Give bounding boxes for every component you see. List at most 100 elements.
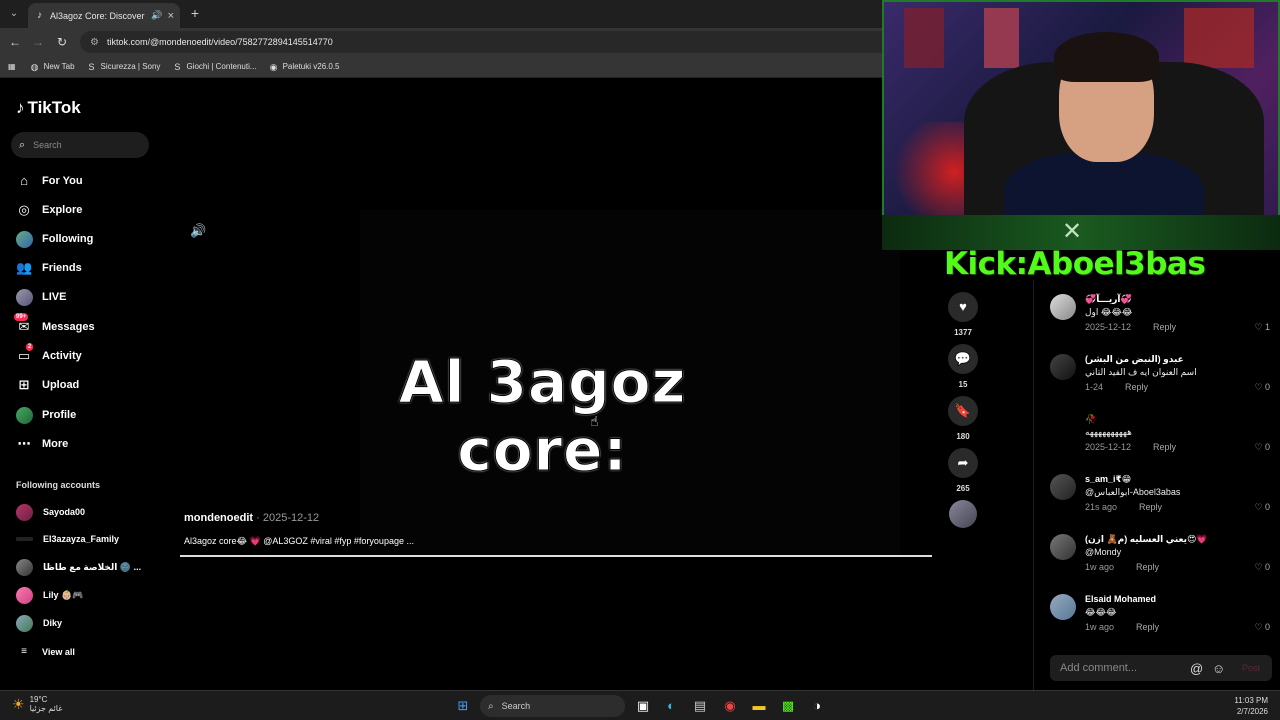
nav-explore[interactable]: ◎ Explore <box>16 199 82 221</box>
messages-badge: 99+ <box>14 313 29 321</box>
reply-button[interactable]: Reply <box>1136 622 1159 632</box>
comment-author[interactable]: s_am_i₹😁 <box>1085 474 1131 485</box>
apps-grid-icon[interactable]: ▦ <box>8 62 16 71</box>
comment-text: @ابوالعباس-Aboel3abas <box>1085 487 1181 497</box>
bookmark-paletuki[interactable]: ◉ Paletuki v26.0.5 <box>269 62 340 72</box>
reply-button[interactable]: Reply <box>1139 502 1162 512</box>
more-dots-icon: ⋯ <box>17 436 31 451</box>
reply-button[interactable]: Reply <box>1153 322 1176 332</box>
search-input[interactable]: ⌕ Search <box>11 132 149 158</box>
comment-time: 2025-12-12 <box>1085 442 1132 452</box>
comment-like[interactable]: ♡ 0 <box>1254 442 1270 453</box>
comment-like[interactable]: ♡ 0 <box>1254 382 1270 393</box>
nav-activity[interactable]: ▭ 2 Activity <box>16 343 82 367</box>
live-avatar-icon <box>16 289 33 306</box>
comment-author[interactable]: عبدو (النبض من البشر) <box>1085 354 1184 365</box>
mention-icon[interactable]: @ <box>1190 661 1203 676</box>
comment-like[interactable]: ♡ 1 <box>1254 322 1270 333</box>
video-date: · 2025-12-12 <box>256 512 320 524</box>
reply-button[interactable]: Reply <box>1136 562 1159 572</box>
back-icon[interactable]: ← <box>7 34 23 50</box>
bookmark-sony[interactable]: S Sicurezza | Sony <box>87 62 161 72</box>
heart-icon: ♡ <box>1254 382 1265 392</box>
browser-tab[interactable]: ♪ Al3agoz Core: Discover the 🔊 × <box>28 3 180 28</box>
video-player-area[interactable]: 🔊 Al 3agoz core: ☝ mondenoedit · 2025-12… <box>160 80 940 690</box>
tab-search-icon[interactable]: ⌄ <box>6 6 22 22</box>
comment-text: اسم العنوان ايه ف الفيد التاني <box>1085 367 1197 377</box>
taskbar-search[interactable]: ⌕ Search <box>480 695 625 717</box>
add-comment-input[interactable]: Add comment... @ ☺ <box>1050 655 1272 681</box>
view-all-link[interactable]: ≡ View all <box>16 641 75 663</box>
video-progress-bar[interactable] <box>180 555 932 557</box>
comment-avatar[interactable] <box>1050 294 1076 320</box>
weather-widget[interactable]: ☀ 19°C غائم جزئيا <box>12 695 62 713</box>
comment-avatar[interactable] <box>1050 354 1076 380</box>
volume-icon[interactable]: 🔊 <box>190 223 206 239</box>
save-button[interactable]: 🔖 <box>948 396 978 426</box>
comment-like[interactable]: ♡ 0 <box>1254 502 1270 513</box>
reply-button[interactable]: Reply <box>1153 442 1176 452</box>
comment-avatar[interactable] <box>1050 414 1076 440</box>
comment-like[interactable]: ♡ 0 <box>1254 562 1270 573</box>
bookmark-giochi[interactable]: S Giochi | Contenuti... <box>172 62 256 72</box>
bookmark-new-tab[interactable]: ◍ New Tab <box>30 62 75 72</box>
video-author[interactable]: mondenoedit · 2025-12-12 <box>184 512 319 524</box>
comment-author[interactable]: 💞آريـــآ💞 <box>1085 294 1132 305</box>
following-account[interactable]: الخلاصة مع طاظا 🌚 ... <box>16 558 141 576</box>
comment-avatar[interactable] <box>1050 594 1076 620</box>
kick-app-icon[interactable]: ▩ <box>780 698 796 714</box>
comment-author[interactable]: يعني العسليه (م🧸 ازن)😍💗 <box>1085 534 1208 545</box>
wall-poster <box>904 8 944 68</box>
nav-messages[interactable]: ✉ 99+ Messages <box>14 313 95 338</box>
windows-taskbar: ☀ 19°C غائم جزئيا ⊞ ⌕ Search ▣ ◐ ▤ ◉ ▬ ▩… <box>0 690 1280 720</box>
account-avatar <box>16 503 33 521</box>
comment-author[interactable]: Elsaid Mohamed <box>1085 594 1156 604</box>
comment-author[interactable]: 🥀 <box>1085 414 1096 425</box>
comment-text: 😂😂😂 <box>1085 607 1117 617</box>
tab-close-icon[interactable]: × <box>168 10 174 22</box>
comment-avatar[interactable] <box>1050 534 1076 560</box>
site-info-icon[interactable]: ⚙ <box>90 37 99 48</box>
following-account[interactable]: Lily 👶🏼🎮 <box>16 586 83 604</box>
forward-icon[interactable]: → <box>30 34 46 50</box>
nav-live[interactable]: LIVE <box>16 286 66 308</box>
share-button[interactable]: ➦ <box>948 448 978 478</box>
following-avatar-icon <box>16 231 33 248</box>
comment-avatar[interactable] <box>1050 474 1076 500</box>
following-account[interactable]: Sayoda00 <box>16 503 85 521</box>
nav-profile[interactable]: Profile <box>16 404 76 426</box>
system-clock[interactable]: 11:03 PM 2/7/2026 <box>1234 695 1268 717</box>
following-account[interactable]: El3azayza_Family <box>16 530 119 548</box>
nav-friends[interactable]: 👥 Friends <box>16 257 82 279</box>
nav-for-you[interactable]: ⌂ For You <box>16 170 82 192</box>
clock-time: 11:03 PM <box>1234 696 1268 705</box>
task-view-icon[interactable]: ▣ <box>635 698 651 714</box>
like-button[interactable]: ♥ <box>948 292 978 322</box>
comments-panel: 💞آريـــآ💞 اول 😂😂😂 2025-12-12 Reply ♡ 1 عب… <box>1033 280 1280 690</box>
comment-like[interactable]: ♡ 0 <box>1254 622 1270 633</box>
post-button[interactable]: Post <box>1242 663 1260 673</box>
windows-start-icon[interactable]: ⊞ <box>455 698 471 714</box>
tiktok-logo[interactable]: ♪ TikTok <box>16 98 81 118</box>
music-avatar[interactable] <box>949 500 977 528</box>
chrome-icon[interactable]: ◉ <box>722 698 738 714</box>
nav-more[interactable]: ⋯ More <box>16 433 69 455</box>
friends-icon: 👥 <box>16 260 33 275</box>
reload-icon[interactable]: ↻ <box>54 34 70 50</box>
mouse-cursor-icon: ☝ <box>590 413 599 429</box>
emoji-icon[interactable]: ☺ <box>1212 661 1225 676</box>
comment-button[interactable]: 💬 <box>948 344 978 374</box>
tiktok-note-icon: ♪ <box>16 98 25 117</box>
tab-audio-icon[interactable]: 🔊 <box>151 10 162 21</box>
edge-icon[interactable]: ◐ <box>663 698 679 714</box>
app-icon[interactable]: ◑ <box>809 698 825 714</box>
new-tab-button[interactable]: + <box>188 5 202 21</box>
nav-following[interactable]: Following <box>16 228 93 250</box>
reply-button[interactable]: Reply <box>1125 382 1148 392</box>
weather-temp: 19°C <box>29 695 48 704</box>
nav-upload[interactable]: ⊞ Upload <box>16 374 80 396</box>
store-icon[interactable]: ▤ <box>692 698 708 714</box>
file-explorer-icon[interactable]: ▬ <box>751 698 767 714</box>
following-account[interactable]: Diky <box>16 614 62 632</box>
account-avatar <box>16 614 33 632</box>
